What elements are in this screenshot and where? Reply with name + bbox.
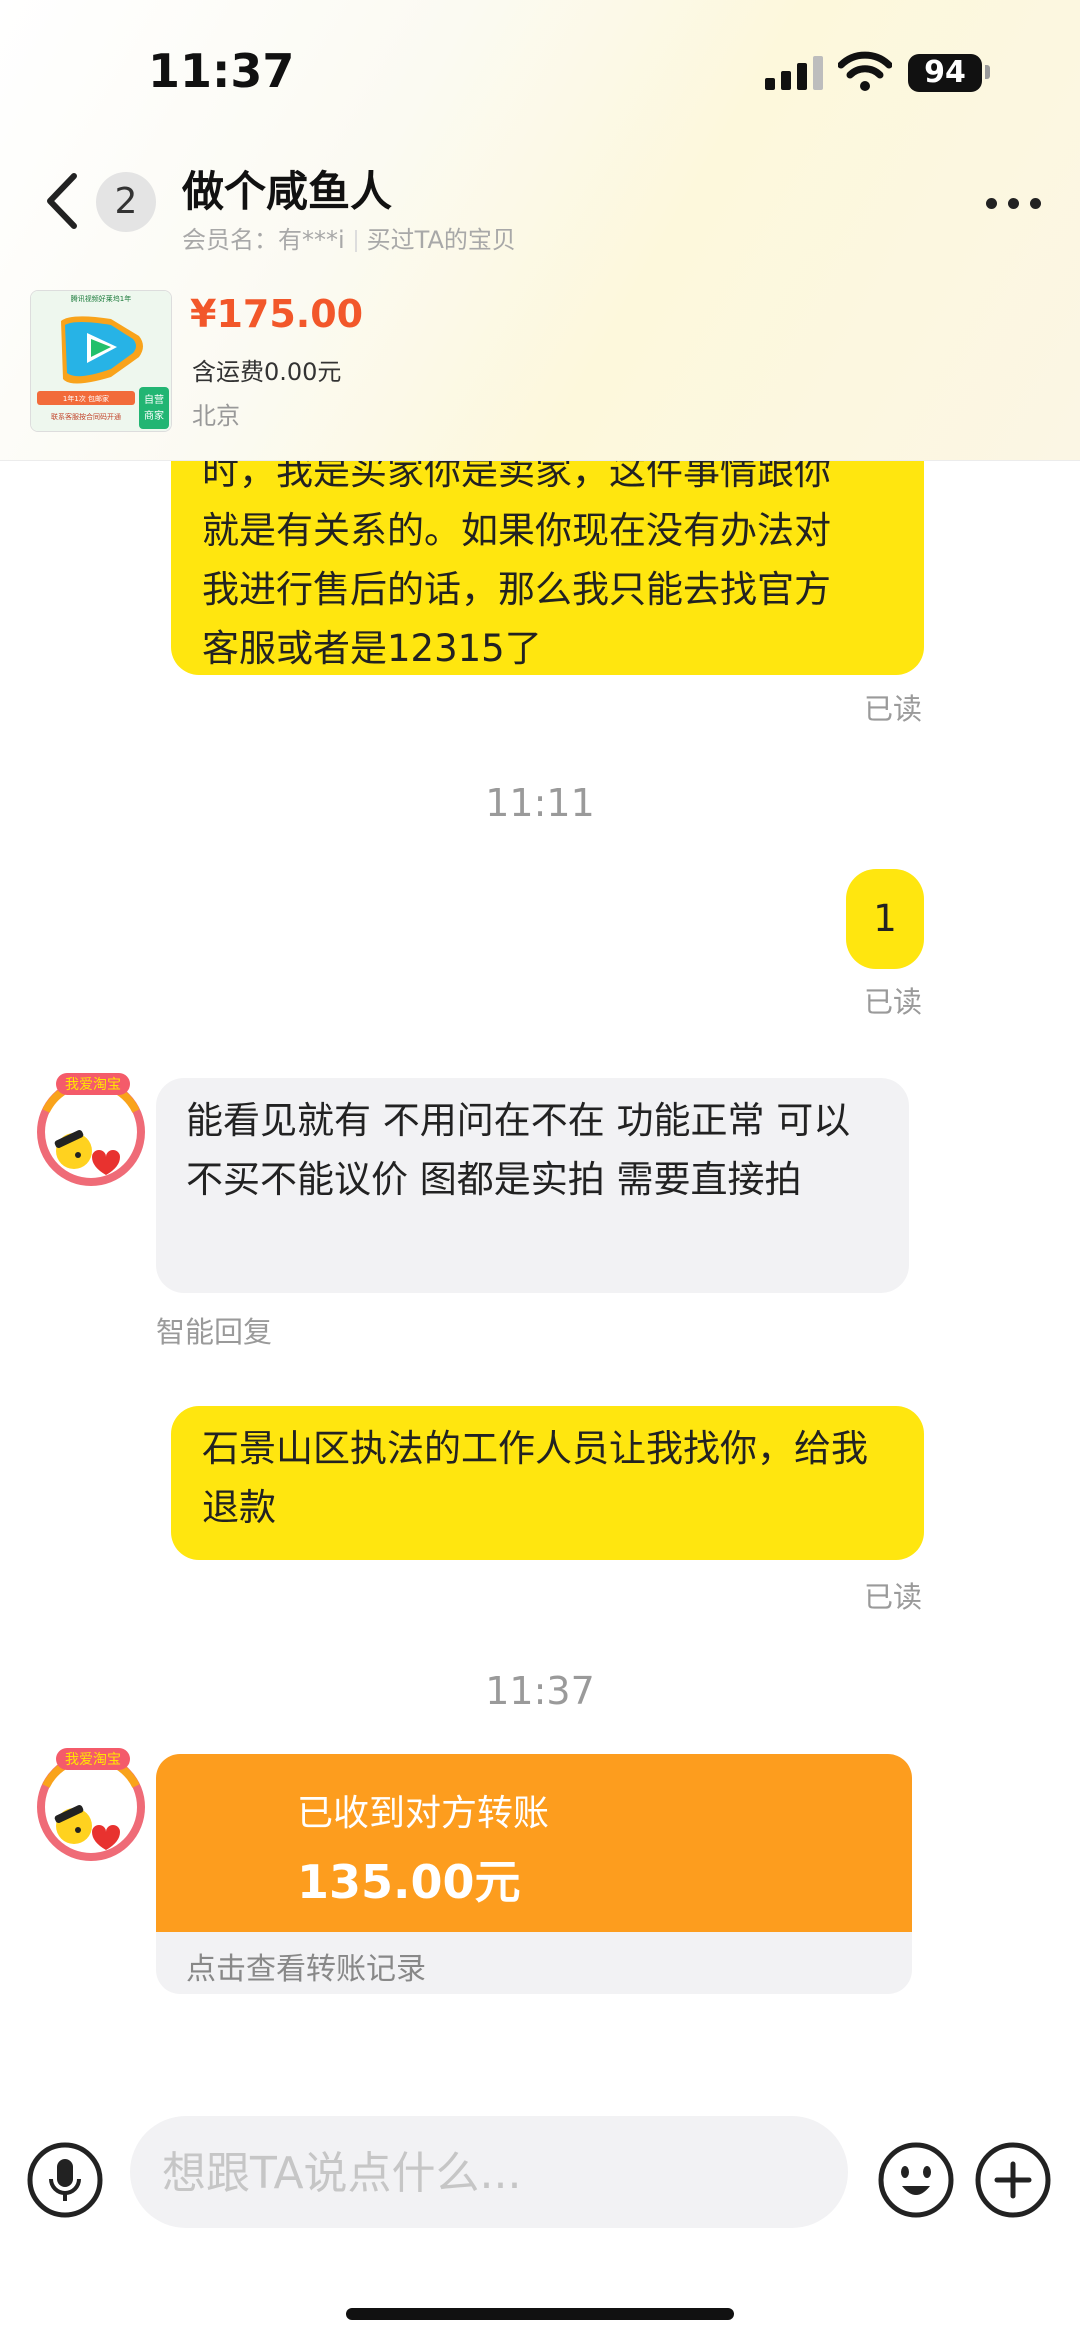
read-status: 已读	[864, 1580, 923, 1614]
member-name: 会员名：有***i	[182, 226, 345, 254]
avatar-badge-text: 我爱淘宝	[65, 1752, 121, 1768]
message-line: 时，我是买家你是卖家，这件事情跟你	[202, 461, 831, 493]
thumb-caption: 自营	[144, 393, 164, 406]
transfer-amount: 135.00元	[297, 1855, 521, 1909]
read-status: 已读	[864, 985, 923, 1019]
my-message-bubble[interactable]: 时，我是买家你是卖家，这件事情跟你 就是有关系的。如果你现在没有办法对 我进行售…	[171, 461, 924, 675]
product-card[interactable]: 腾讯视频好莱坞1年 1年1次 包邮家 自营 商家 联系客服按合同码开通 ¥175…	[0, 272, 1080, 461]
microphone-icon[interactable]	[27, 2142, 103, 2218]
thumb-caption: 1年1次 包邮家	[63, 394, 109, 403]
message-timestamp: 11:37	[485, 1669, 595, 1713]
read-status: 已读	[864, 692, 923, 726]
message-input-container[interactable]	[130, 2116, 848, 2230]
wifi-icon	[838, 51, 892, 91]
transfer-card-footer[interactable]: 点击查看转账记录	[156, 1932, 912, 1994]
seller-avatar[interactable]: 我爱淘宝	[32, 1746, 150, 1864]
status-time: 11:37	[148, 44, 295, 98]
transfer-status: 已收到对方转账	[297, 1793, 550, 1834]
message-input[interactable]	[160, 2116, 824, 2230]
thumb-caption: 商家	[144, 409, 164, 422]
back-arrow-icon[interactable]	[40, 172, 84, 230]
product-thumbnail[interactable]: 腾讯视频好莱坞1年 1年1次 包邮家 自营 商家 联系客服按合同码开通	[30, 290, 172, 432]
product-location: 北京	[192, 402, 240, 430]
avatar-badge-text: 我爱淘宝	[65, 1077, 121, 1093]
thumb-caption: 腾讯视频好莱坞1年	[71, 294, 131, 303]
divider	[354, 230, 357, 252]
thumb-caption: 联系客服按合同码开通	[51, 412, 121, 421]
message-line: 就是有关系的。如果你现在没有办法对	[202, 509, 831, 552]
battery-indicator: 94	[908, 54, 982, 92]
product-shipping: 含运费0.00元	[192, 358, 342, 386]
emoji-icon[interactable]	[878, 2142, 954, 2218]
transfer-card-body: 已收到对方转账 135.00元	[156, 1754, 912, 1932]
seller-message-bubble[interactable]: 能看见就有 不用问在不在 功能正常 可以不买不能议价 图都是实拍 需要直接拍	[156, 1078, 909, 1293]
battery-tip	[985, 65, 990, 79]
transfer-card[interactable]: 已收到对方转账 135.00元 点击查看转账记录	[156, 1754, 912, 1994]
chat-title: 做个咸鱼人	[182, 167, 393, 216]
message-line: 客服或者是12315了	[202, 627, 542, 670]
member-info: 会员名：有***i 买过TA的宝贝	[182, 220, 516, 255]
home-indicator	[346, 2308, 734, 2320]
more-options-icon[interactable]	[986, 198, 1042, 210]
plus-icon[interactable]	[975, 2142, 1051, 2218]
smart-reply-tag: 智能回复	[156, 1315, 273, 1349]
cellular-signal-icon	[765, 56, 823, 90]
my-message-bubble[interactable]: 石景山区执法的工作人员让我找你，给我退款	[171, 1406, 924, 1560]
my-message-bubble[interactable]: 1	[846, 869, 924, 969]
product-price: ¥175.00	[190, 292, 364, 336]
message-timestamp: 11:11	[485, 781, 595, 825]
video-app-logo-icon: 腾讯视频好莱坞1年 1年1次 包邮家 自营 商家 联系客服按合同码开通	[31, 291, 171, 431]
unread-count-badge[interactable]: 2	[96, 172, 156, 232]
seller-avatar[interactable]: 我爱淘宝	[32, 1071, 150, 1189]
message-line: 我进行售后的话，那么我只能去找官方	[202, 568, 831, 611]
bought-tag: 买过TA的宝贝	[366, 226, 516, 254]
chat-message-list[interactable]: 时，我是买家你是卖家，这件事情跟你 就是有关系的。如果你现在没有办法对 我进行售…	[0, 461, 1080, 2111]
view-transfer-record-link[interactable]: 点击查看转账记录	[186, 1944, 426, 1988]
message-input-bar	[0, 2100, 1080, 2341]
